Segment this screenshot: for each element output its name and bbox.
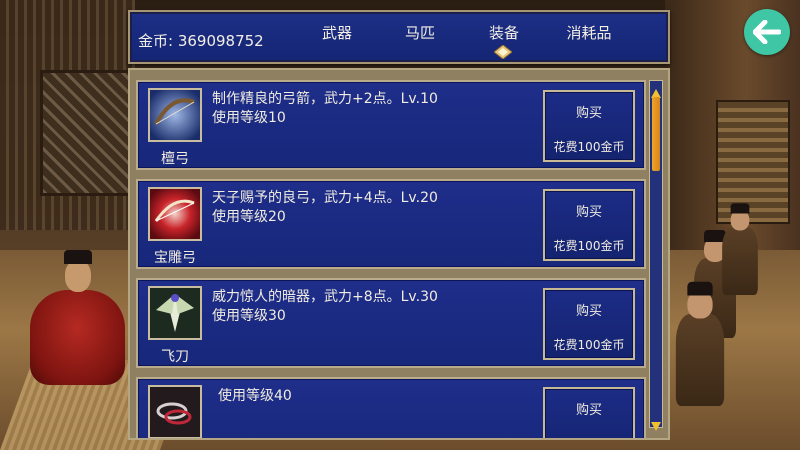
item-name: 檀弓: [161, 151, 189, 167]
scrollbar[interactable]: [649, 80, 663, 431]
scroll-up-arrow-icon[interactable]: [651, 83, 661, 98]
item-description: 天子赐予的良弓，武力+4点。Lv.20 使用等级20: [212, 189, 438, 227]
buy-button[interactable]: 购买 花费100金币: [543, 90, 635, 162]
list-item: 宝雕弓 天子赐予的良弓，武力+4点。Lv.20 使用等级20 购买 花费100金…: [136, 179, 646, 269]
chain-icon: [148, 385, 202, 438]
item-level-requirement: 使用等级30: [212, 308, 286, 324]
list-item: 檀弓 制作精良的弓箭，武力+2点。Lv.10 使用等级10 购买 花费100金币: [136, 80, 646, 170]
item-description: 威力惊人的暗器，武力+8点。Lv.30 使用等级30: [212, 288, 438, 326]
tab-weapons[interactable]: 武器: [302, 22, 372, 43]
tab-consumables[interactable]: 消耗品: [554, 22, 624, 43]
item-desc-line: 天子赐予的良弓，武力+4点。Lv.20: [212, 190, 438, 206]
flying-knife-icon: [148, 286, 202, 340]
red-bow-icon: [148, 187, 202, 241]
item-name: 宝雕弓: [154, 250, 196, 266]
buy-label: 购买: [575, 304, 602, 319]
buy-button[interactable]: 购买 花费100金币: [543, 189, 635, 261]
shop-header-bar: 金币: 369098752 武器 马匹 装备 消耗品: [128, 10, 670, 64]
item-list-panel: 檀弓 制作精良的弓箭，武力+2点。Lv.10 使用等级10 购买 花费100金币…: [128, 68, 670, 440]
item-description: 制作精良的弓箭，武力+2点。Lv.10 使用等级10: [212, 90, 438, 128]
buy-button[interactable]: 购买: [543, 387, 635, 438]
buy-label: 购买: [575, 106, 602, 121]
list-item: 飞刀 威力惊人的暗器，武力+8点。Lv.30 使用等级30 购买 花费100金币: [136, 278, 646, 368]
buy-label: 购买: [575, 205, 602, 220]
scrollbar-thumb[interactable]: [652, 97, 660, 171]
item-list: 檀弓 制作精良的弓箭，武力+2点。Lv.10 使用等级10 购买 花费100金币…: [136, 80, 646, 438]
bow-icon: [148, 88, 202, 142]
buy-cost: 花费100金币: [553, 239, 625, 253]
item-desc-line: 威力惊人的暗器，武力+8点。Lv.30: [212, 289, 438, 305]
item-level-requirement: 使用等级40: [218, 388, 292, 404]
item-description: 使用等级40: [218, 387, 292, 406]
list-item: 使用等级40 购买: [136, 377, 646, 438]
buy-button[interactable]: 购买 花费100金币: [543, 288, 635, 360]
buy-label: 购买: [575, 403, 602, 418]
scroll-down-arrow-icon[interactable]: [651, 416, 661, 431]
item-desc-line: 制作精良的弓箭，武力+2点。Lv.10: [212, 91, 438, 107]
back-button[interactable]: [744, 9, 790, 55]
item-name: 飞刀: [161, 349, 189, 365]
back-arrow-icon: [753, 20, 781, 44]
buy-cost: 花费100金币: [553, 338, 625, 352]
lattice-window: [40, 70, 136, 196]
item-level-requirement: 使用等级10: [212, 110, 286, 126]
buy-cost: 花费100金币: [553, 140, 625, 154]
gold-balance: 金币: 369098752: [138, 32, 264, 50]
item-level-requirement: 使用等级20: [212, 209, 286, 225]
tab-horses[interactable]: 马匹: [385, 22, 455, 43]
tab-equipment[interactable]: 装备: [469, 22, 539, 43]
seated-figure: [671, 281, 729, 409]
seated-official-figure: [20, 250, 130, 390]
diamond-badge-icon: [493, 44, 513, 60]
